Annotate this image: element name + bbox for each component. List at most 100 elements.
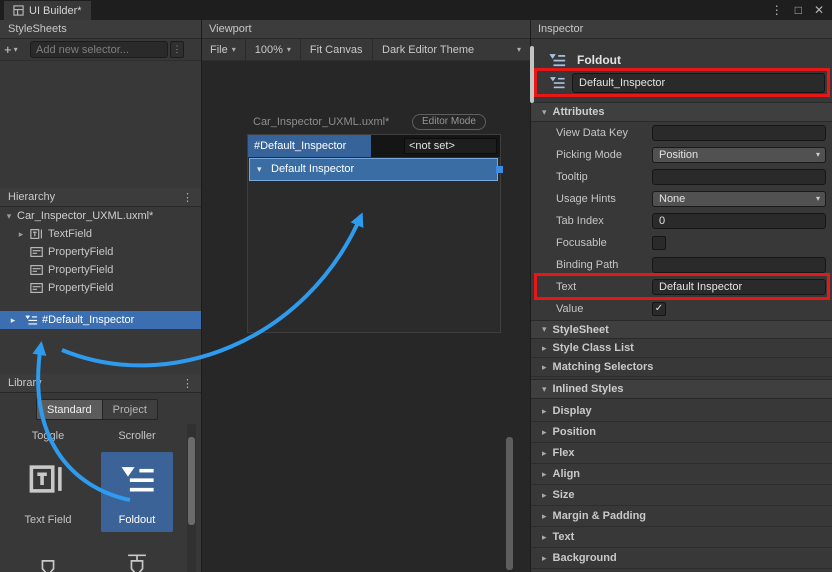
textfield-icon xyxy=(29,462,67,496)
chevron-down-icon: ▾ xyxy=(517,45,521,54)
library-item-slider[interactable] xyxy=(12,542,84,572)
chevron-right-icon: ▸ xyxy=(542,469,547,480)
library-item-text-field[interactable]: Text Field xyxy=(12,452,84,532)
inlined-styles-section-header[interactable]: ▾ Inlined Styles xyxy=(530,379,832,399)
library-scrollbar-thumb[interactable] xyxy=(188,437,195,525)
window-titlebar: UI Builder* ⋮ □ ✕ xyxy=(0,0,832,20)
style-row-text[interactable]: ▸ Text xyxy=(530,527,832,548)
hierarchy-item-propertyfield[interactable]: PropertyField xyxy=(0,243,201,261)
chevron-down-icon: ▾ xyxy=(232,45,236,54)
style-class-list-row[interactable]: ▸ Style Class List xyxy=(530,339,832,358)
library-item-label: Foldout xyxy=(101,514,173,526)
library-item-slider-int[interactable] xyxy=(101,542,173,572)
style-row-display[interactable]: ▸ Display xyxy=(530,401,832,422)
inspector-header: Inspector xyxy=(530,20,832,39)
style-row-margin-padding[interactable]: ▸ Margin & Padding xyxy=(530,506,832,527)
chevron-down-icon: ▾ xyxy=(542,384,547,395)
viewport-scrollbar-thumb[interactable] xyxy=(506,437,513,570)
add-selector-button[interactable]: + ▾ xyxy=(4,42,18,57)
usage-hints-dropdown[interactable]: None ▾ xyxy=(652,191,826,207)
selection-resize-handle[interactable] xyxy=(496,166,503,173)
style-row-align[interactable]: ▸ Align xyxy=(530,464,832,485)
tab-standard[interactable]: Standard xyxy=(36,399,103,420)
library-item-label: Text Field xyxy=(12,514,84,526)
tab-project[interactable]: Project xyxy=(103,399,158,420)
style-row-background[interactable]: ▸ Background xyxy=(530,548,832,569)
library-item-toggle-label[interactable]: Toggle xyxy=(12,430,84,442)
chevron-right-icon[interactable]: ▸ xyxy=(16,225,26,243)
chevron-down-icon[interactable]: ▾ xyxy=(257,159,262,180)
tab-index-input[interactable] xyxy=(652,213,826,229)
attr-row-tab-index: Tab Index xyxy=(530,210,832,232)
library-item-foldout[interactable]: Foldout xyxy=(101,452,173,532)
value-checkbox[interactable]: ✓ xyxy=(652,302,666,316)
stylesheet-section-header[interactable]: ▾ StyleSheet xyxy=(530,320,832,339)
chevron-right-icon: ▸ xyxy=(542,553,547,564)
hierarchy-root[interactable]: ▾ Car_Inspector_UXML.uxml* xyxy=(0,207,201,225)
check-icon: ✓ xyxy=(655,303,663,314)
window-maximize-icon[interactable]: □ xyxy=(795,3,802,17)
annotation-highlight-text-attribute xyxy=(534,273,830,300)
hierarchy-item-label: PropertyField xyxy=(48,243,113,261)
chevron-right-icon: ▸ xyxy=(542,362,547,373)
chevron-down-icon: ▾ xyxy=(14,45,18,54)
attr-row-view-data-key: View Data Key xyxy=(530,122,832,144)
matching-selectors-row[interactable]: ▸ Matching Selectors xyxy=(530,358,832,377)
chevron-down-icon[interactable]: ▾ xyxy=(4,207,14,225)
canvas-element-name[interactable]: #Default_Inspector xyxy=(248,135,371,157)
canvas-foldout-label: Default Inspector xyxy=(271,159,354,180)
zoom-dropdown[interactable]: 100% ▾ xyxy=(246,39,300,60)
foldout-icon xyxy=(547,53,567,67)
plus-icon: + xyxy=(4,42,12,57)
left-splitter[interactable] xyxy=(201,20,202,572)
chevron-right-icon: ▸ xyxy=(542,448,547,459)
chevron-right-icon: ▸ xyxy=(542,406,547,417)
style-row-flex[interactable]: ▸ Flex xyxy=(530,443,832,464)
canvas-foldout-element[interactable]: ▾ Default Inspector xyxy=(249,158,498,181)
theme-dropdown[interactable]: Dark Editor Theme ▾ xyxy=(373,39,530,60)
ui-builder-tab[interactable]: UI Builder* xyxy=(4,1,91,20)
propertyfield-icon xyxy=(30,245,44,259)
fit-canvas-button[interactable]: Fit Canvas xyxy=(301,39,372,60)
style-row-position[interactable]: ▸ Position xyxy=(530,422,832,443)
canvas-stylesheet-field[interactable]: <not set> xyxy=(404,138,497,154)
tab-title: UI Builder* xyxy=(29,5,82,17)
hierarchy-item-textfield[interactable]: ▸ TextField xyxy=(0,225,201,243)
library-item-scroller-label[interactable]: Scroller xyxy=(101,430,173,442)
library-menu-icon[interactable]: ⋮ xyxy=(182,377,193,390)
file-menu[interactable]: File ▾ xyxy=(201,39,245,60)
chevron-right-icon[interactable]: ▸ xyxy=(8,311,18,329)
hierarchy-menu-icon[interactable]: ⋮ xyxy=(182,191,193,204)
hierarchy-item-label: PropertyField xyxy=(48,279,113,297)
focusable-checkbox[interactable] xyxy=(652,236,666,250)
library-header: Library ⋮ xyxy=(0,374,201,393)
chevron-down-icon: ▾ xyxy=(287,45,291,54)
chevron-right-icon: ▸ xyxy=(542,427,547,438)
window-close-icon[interactable]: ✕ xyxy=(814,3,824,17)
canvas[interactable]: #Default_Inspector <not set> ▾ Default I… xyxy=(248,135,500,332)
library-grid: Toggle Scroller Text Field Foldout xyxy=(0,424,187,572)
chevron-down-icon: ▾ xyxy=(816,148,820,162)
attributes-section-header[interactable]: ▾ Attributes xyxy=(530,102,832,122)
picking-mode-dropdown[interactable]: Position ▾ xyxy=(652,147,826,163)
attr-row-value: Value ✓ xyxy=(530,298,832,320)
hierarchy-item-propertyfield[interactable]: PropertyField xyxy=(0,279,201,297)
attr-label: View Data Key xyxy=(556,122,628,144)
attr-row-tooltip: Tooltip xyxy=(530,166,832,188)
hierarchy-item-propertyfield[interactable]: PropertyField xyxy=(0,261,201,279)
textfield-icon xyxy=(30,227,44,241)
chevron-down-icon: ▾ xyxy=(542,324,547,335)
binding-path-input[interactable] xyxy=(652,257,826,273)
editor-mode-badge: Editor Mode xyxy=(412,114,486,130)
add-selector-input[interactable] xyxy=(30,41,168,58)
style-row-size[interactable]: ▸ Size xyxy=(530,485,832,506)
tooltip-input[interactable] xyxy=(652,169,826,185)
attr-label: Usage Hints xyxy=(556,188,616,210)
stylesheets-toolbar: + ▾ ⋮ xyxy=(0,39,201,61)
chevron-down-icon: ▾ xyxy=(816,192,820,206)
window-menu-icon[interactable]: ⋮ xyxy=(771,3,783,17)
attr-row-focusable: Focusable xyxy=(530,232,832,254)
selector-options-button[interactable]: ⋮ xyxy=(170,41,184,58)
hierarchy-item-default-inspector[interactable]: ▸ #Default_Inspector xyxy=(0,311,201,329)
view-data-key-input[interactable] xyxy=(652,125,826,141)
